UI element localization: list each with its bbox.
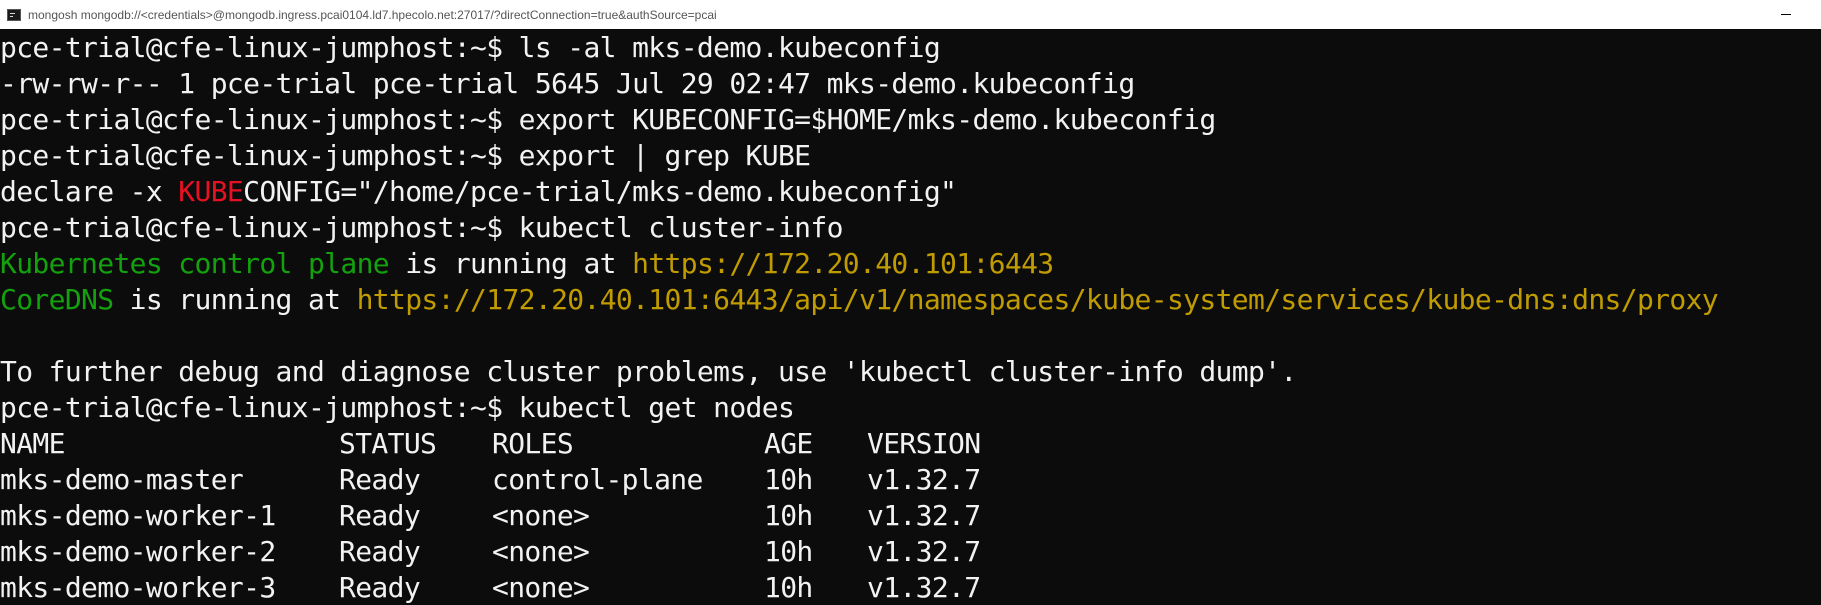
- command-output: CONFIG="/home/pce-trial/mks-demo.kubecon…: [243, 175, 957, 208]
- command: export KUBECONFIG=$HOME/mks-demo.kubecon…: [502, 103, 1217, 136]
- node-version: v1.32.7: [867, 571, 981, 604]
- command-output: -rw-rw-r-- 1 pce-trial pce-trial 5645 Ju…: [0, 67, 1135, 100]
- command-output: To further debug and diagnose cluster pr…: [0, 355, 1297, 388]
- minimize-icon: [1781, 14, 1791, 15]
- coredns-label: CoreDNS: [0, 283, 114, 316]
- terminal-line: pce-trial@cfe-linux-jumphost:~$ kubectl …: [0, 210, 1821, 246]
- terminal-line: pce-trial@cfe-linux-jumphost:~$ export |…: [0, 138, 1821, 174]
- node-age: 10h: [764, 571, 813, 604]
- node-age: 10h: [764, 463, 813, 496]
- node-status: Ready: [339, 499, 421, 532]
- node-version: v1.32.7: [867, 463, 981, 496]
- column-header-roles: ROLES: [492, 427, 574, 460]
- column-header-name: NAME: [0, 427, 65, 460]
- terminal-line: To further debug and diagnose cluster pr…: [0, 354, 1821, 390]
- table-row: mks-demo-worker-1 Ready <none> 10h v1.32.7: [0, 498, 1821, 534]
- node-name: mks-demo-worker-2: [0, 535, 276, 568]
- node-status: Ready: [339, 463, 421, 496]
- command: export | grep KUBE: [502, 139, 811, 172]
- command: kubectl cluster-info: [502, 211, 844, 244]
- column-header-age: AGE: [764, 427, 813, 460]
- minimize-button[interactable]: [1751, 0, 1821, 29]
- prompt: pce-trial@cfe-linux-jumphost:~$: [0, 391, 503, 424]
- terminal-line: CoreDNS is running at https://172.20.40.…: [0, 282, 1821, 318]
- command-output: is running at: [388, 247, 633, 280]
- command-output: declare -x: [0, 175, 179, 208]
- table-row: mks-demo-worker-3 Ready <none> 10h v1.32.7: [0, 570, 1821, 605]
- terminal-line: -rw-rw-r-- 1 pce-trial pce-trial 5645 Ju…: [0, 66, 1821, 102]
- command: ls -al mks-demo.kubeconfig: [502, 31, 941, 64]
- terminal-line: declare -x KUBECONFIG="/home/pce-trial/m…: [0, 174, 1821, 210]
- node-version: v1.32.7: [867, 499, 981, 532]
- command: kubectl get nodes: [502, 391, 795, 424]
- terminal-output[interactable]: pce-trial@cfe-linux-jumphost:~$ ls -al m…: [0, 29, 1821, 605]
- terminal-line: Kubernetes control plane is running at h…: [0, 246, 1821, 282]
- terminal-line: pce-trial@cfe-linux-jumphost:~$ ls -al m…: [0, 30, 1821, 66]
- node-name: mks-demo-master: [0, 463, 244, 496]
- terminal-window: mongosh mongodb://<credentials>@mongodb.…: [0, 0, 1821, 605]
- node-roles: <none>: [492, 499, 590, 532]
- table-row: mks-demo-worker-2 Ready <none> 10h v1.32.7: [0, 534, 1821, 570]
- node-age: 10h: [764, 535, 813, 568]
- node-roles: <none>: [492, 571, 590, 604]
- node-roles: <none>: [492, 535, 590, 568]
- control-plane-label: Kubernetes control plane: [0, 247, 390, 280]
- prompt: pce-trial@cfe-linux-jumphost:~$: [0, 139, 503, 172]
- control-plane-url[interactable]: https://172.20.40.101:6443: [632, 247, 1054, 280]
- coredns-url[interactable]: https://172.20.40.101:6443/api/v1/namesp…: [357, 283, 1719, 316]
- node-status: Ready: [339, 535, 421, 568]
- window-title: mongosh mongodb://<credentials>@mongodb.…: [28, 7, 717, 22]
- prompt: pce-trial@cfe-linux-jumphost:~$: [0, 103, 503, 136]
- prompt: pce-trial@cfe-linux-jumphost:~$: [0, 211, 503, 244]
- column-header-status: STATUS: [339, 427, 437, 460]
- table-row: mks-demo-master Ready control-plane 10h v1.3…: [0, 462, 1821, 498]
- node-status: Ready: [339, 571, 421, 604]
- node-name: mks-demo-worker-3: [0, 571, 276, 604]
- title-bar[interactable]: mongosh mongodb://<credentials>@mongodb.…: [0, 0, 1821, 29]
- prompt: pce-trial@cfe-linux-jumphost:~$: [0, 31, 503, 64]
- terminal-line: pce-trial@cfe-linux-jumphost:~$ export K…: [0, 102, 1821, 138]
- node-name: mks-demo-worker-1: [0, 499, 276, 532]
- node-roles: control-plane: [492, 463, 703, 496]
- grep-match: KUBE: [178, 175, 244, 208]
- node-version: v1.32.7: [867, 535, 981, 568]
- console-icon: [7, 8, 21, 21]
- table-header: NAME STATUS ROLES AGE VERSION: [0, 426, 1821, 462]
- column-header-version: VERSION: [867, 427, 981, 460]
- terminal-line: pce-trial@cfe-linux-jumphost:~$ kubectl …: [0, 390, 1821, 426]
- command-output: is running at: [113, 283, 357, 316]
- node-age: 10h: [764, 499, 813, 532]
